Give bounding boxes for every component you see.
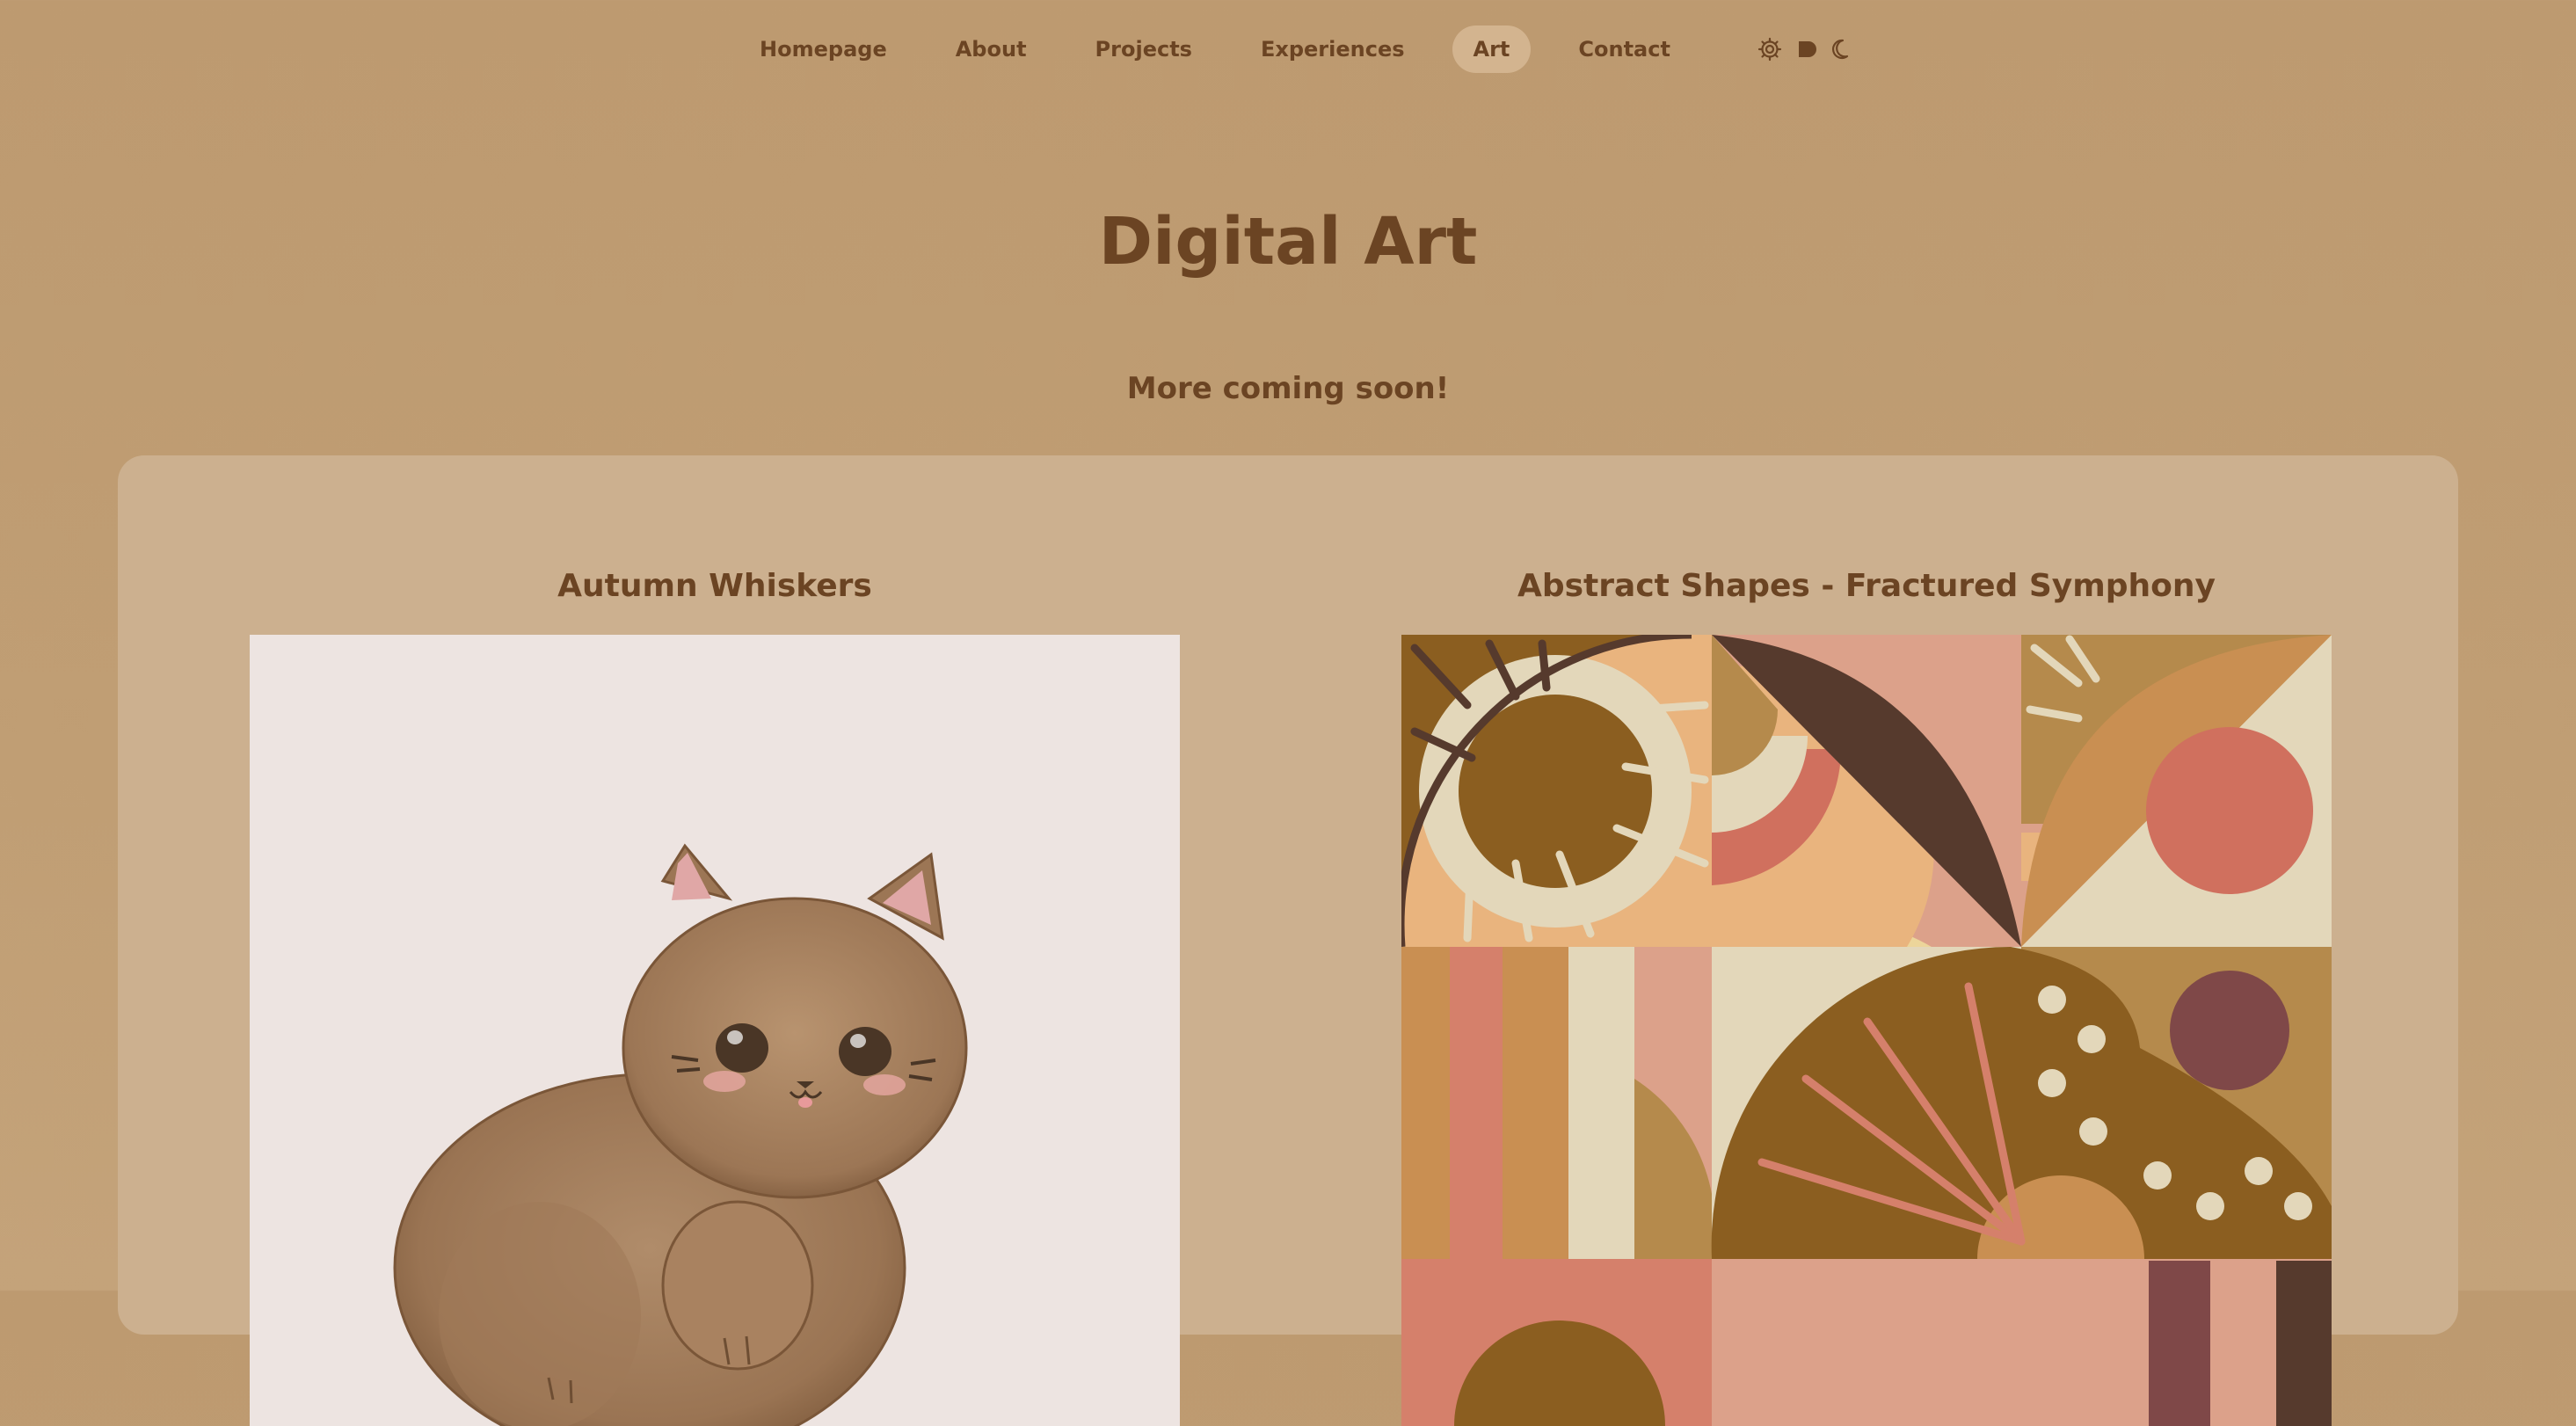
page-title: Digital Art (1098, 204, 1478, 280)
top-nav: Homepage About Projects Experiences Art … (0, 25, 2576, 74)
theme-controls (1757, 37, 1851, 62)
nav-homepage[interactable]: Homepage (739, 25, 908, 73)
nav-art[interactable]: Art (1452, 25, 1532, 73)
toggle-icon[interactable] (1793, 37, 1819, 62)
page-subtitle: More coming soon! (1126, 371, 1450, 406)
art-card-autumn-whiskers: Autumn Whiskers (250, 561, 1180, 1426)
moon-icon[interactable] (1830, 37, 1851, 62)
nav-experiences[interactable]: Experiences (1240, 25, 1426, 73)
art-title: Abstract Shapes - Fractured Symphony (1517, 568, 2216, 604)
nav-contact[interactable]: Contact (1557, 25, 1692, 73)
art-title: Autumn Whiskers (557, 568, 872, 604)
gear-icon[interactable] (1757, 37, 1782, 62)
nav-about[interactable]: About (935, 25, 1048, 73)
nav-projects[interactable]: Projects (1074, 25, 1213, 73)
cat-artwork-image[interactable] (250, 635, 1180, 1426)
art-gallery: Autumn Whiskers Abstract Shapes - Fractu… (118, 455, 2458, 1426)
art-card-abstract-shapes: Abstract Shapes - Fractured Symphony (1401, 561, 2332, 1426)
abstract-artwork-image[interactable] (1401, 635, 2332, 1426)
